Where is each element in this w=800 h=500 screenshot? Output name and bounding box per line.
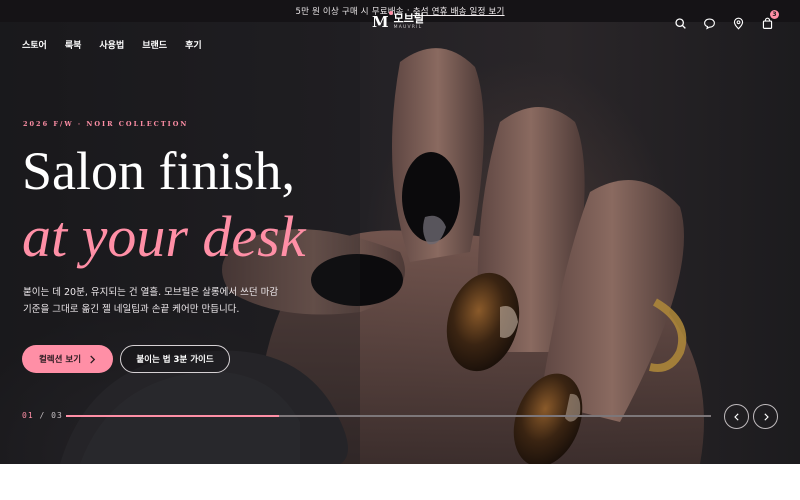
prev-slide-button[interactable] <box>724 404 749 429</box>
location-icon[interactable] <box>732 15 745 30</box>
nav-item-lookbook[interactable]: 룩북 <box>65 38 82 51</box>
nav-item-howto[interactable]: 사용법 <box>99 38 124 51</box>
chevron-right-icon <box>763 412 769 421</box>
slide-total: 03 <box>51 411 63 420</box>
nav-item-store[interactable]: 스토어 <box>22 38 47 51</box>
bag-icon[interactable]: 3 <box>761 10 779 29</box>
guide-button[interactable]: 붙이는 법 3분 가이드 <box>120 345 230 373</box>
guide-button-label: 붙이는 법 3분 가이드 <box>136 355 214 365</box>
nav-icons: 3 <box>674 10 779 30</box>
announcement-link[interactable]: 추석 연휴 배송 일정 보기 <box>413 5 505 17</box>
hero-headline-line2: at your desk <box>22 204 306 269</box>
logo-name: 모브릴 <box>393 12 424 26</box>
chevron-right-icon <box>90 354 96 364</box>
nav-item-brand[interactable]: 브랜드 <box>142 38 167 51</box>
slide-counter: 01 / 03 <box>22 411 63 420</box>
hero-headline-line1: Salon finish, <box>22 141 296 201</box>
chevron-left-icon <box>733 412 739 421</box>
hero-description-line1: 붙이는 데 20분, 유지되는 건 열흘. 모브릴은 살롱에서 쓰던 마감 <box>23 287 279 298</box>
next-slide-button[interactable] <box>753 404 778 429</box>
logo-subtitle: MAUVRIL <box>393 25 423 31</box>
slide-separator: / <box>39 411 46 420</box>
hero-eyebrow: 2026 F/W · NOIR COLLECTION <box>23 120 189 128</box>
nav-menu: 스토어 룩북 사용법 브랜드 후기 <box>22 38 202 51</box>
slide-progress-bar <box>66 415 711 417</box>
hero-description-line2: 기준을 그대로 옮긴 젤 네일팁과 손끝 케어만 만듭니다. <box>23 304 240 315</box>
slide-progress-fill <box>66 415 279 417</box>
view-collection-label: 컬렉션 보기 <box>38 355 82 365</box>
logo-mark: M <box>372 11 393 31</box>
cart-count-badge: 3 <box>770 10 779 19</box>
hero-description: 붙이는 데 20분, 유지되는 건 열흘. 모브릴은 살롱에서 쓰던 마감 기준… <box>23 284 303 318</box>
chat-icon[interactable] <box>703 15 716 30</box>
search-icon[interactable] <box>674 15 687 29</box>
view-collection-button[interactable]: 컬렉션 보기 <box>22 345 113 373</box>
brand-logo[interactable]: M 모브릴 MAUVRIL <box>372 11 424 31</box>
nav-item-reviews[interactable]: 후기 <box>185 38 202 51</box>
slide-current: 01 <box>22 411 34 420</box>
